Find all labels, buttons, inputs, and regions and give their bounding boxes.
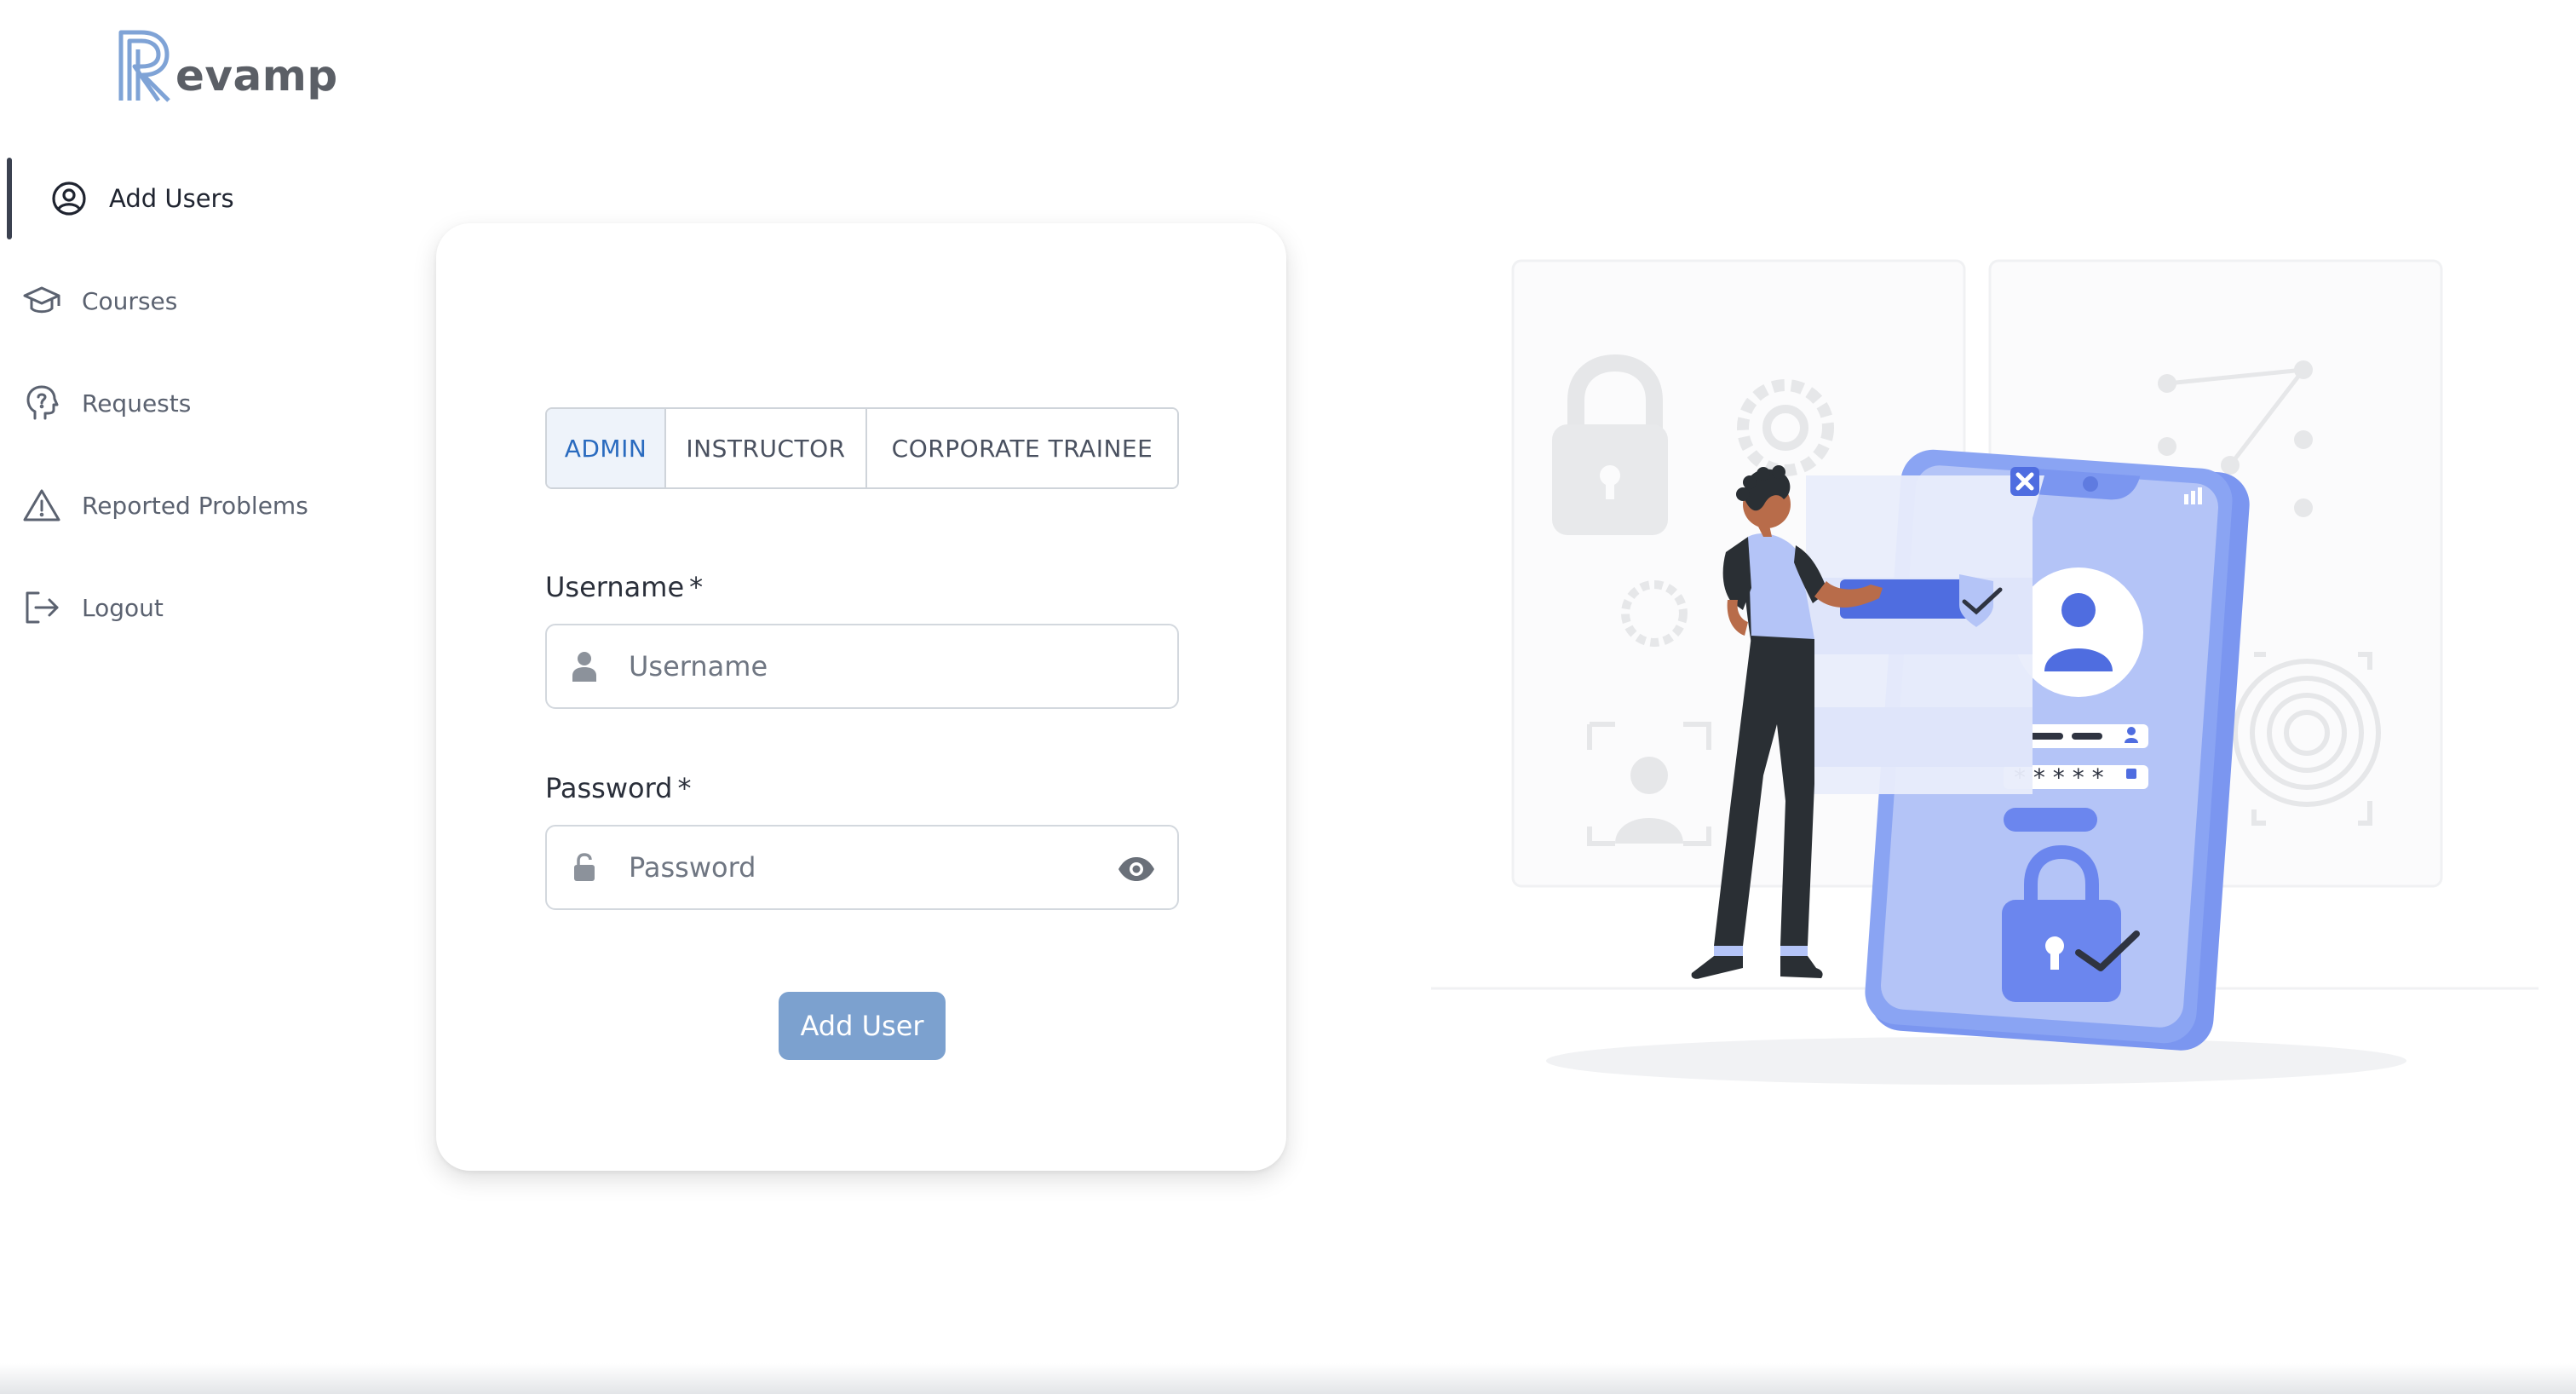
sidebar-item-reported-problems[interactable]: Reported Problems [0,464,375,546]
warning-triangle-icon [20,484,63,527]
sidebar-item-label: Courses [82,286,178,315]
sidebar-item-requests[interactable]: Requests [0,362,375,444]
user-icon [567,649,601,683]
eye-icon[interactable] [1116,849,1157,890]
username-label: Username * [545,571,703,603]
brand-logo: evamp [116,26,338,102]
tab-admin[interactable]: ADMIN [547,409,666,487]
username-input[interactable] [629,641,1106,692]
logout-icon [20,586,63,629]
password-label-text: Password [545,772,673,804]
tab-corporate-trainee[interactable]: CORPORATE TRAINEE [867,409,1177,487]
sidebar-item-label: Logout [82,593,164,622]
sidebar-item-logout[interactable]: Logout [0,567,375,648]
password-field [545,825,1179,910]
sidebar-item-label: Requests [82,389,192,418]
username-field [545,624,1179,709]
add-user-button[interactable]: Add User [779,992,946,1060]
logo-r-icon [118,30,170,102]
password-input[interactable] [629,842,1106,893]
tab-instructor[interactable]: INSTRUCTOR [666,409,867,487]
role-tabs: ADMIN INSTRUCTOR CORPORATE TRAINEE [545,407,1179,489]
add-user-card: ADMIN INSTRUCTOR CORPORATE TRAINEE Usern… [436,223,1286,1171]
required-mark: * [677,772,692,804]
sidebar-item-courses[interactable]: Courses [0,260,375,342]
password-label: Password * [545,772,691,804]
security-illustration: * * * * * [1414,247,2547,1091]
sidebar-item-add-users[interactable]: Add Users [0,158,375,239]
graduation-cap-icon [20,279,63,322]
logo-text: evamp [175,51,338,101]
user-circle-icon [48,177,90,220]
unlock-icon [567,850,601,884]
required-mark: * [689,571,704,603]
bottom-window-edge [0,1363,2576,1394]
username-label-text: Username [545,571,685,603]
app-root: evamp Add Users Courses Requests Reporte… [0,0,2576,1394]
question-head-icon [20,382,63,424]
sidebar-item-label: Add Users [109,184,234,213]
sidebar: Add Users Courses Requests Reported Prob… [0,158,375,669]
sidebar-item-label: Reported Problems [82,491,308,520]
login-security-illustration: * * * * * [1431,259,2539,1085]
